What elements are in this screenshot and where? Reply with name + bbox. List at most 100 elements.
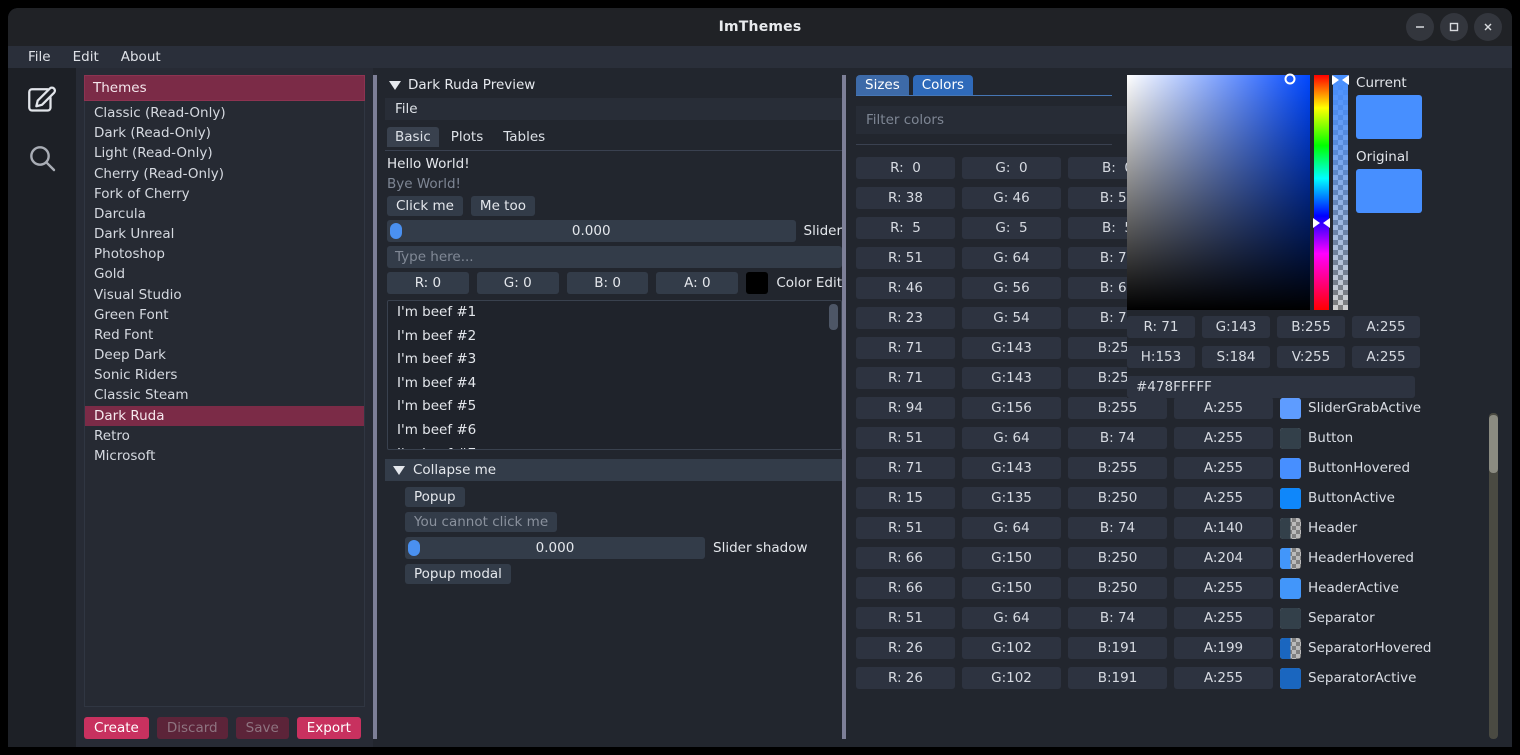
color-cell-r[interactable]: R: 66 [856,547,955,569]
filter-colors-input[interactable]: Filter colors [856,106,1126,134]
preview-color-g[interactable]: G: 0 [476,272,559,294]
preview-header[interactable]: Dark Ruda Preview [385,75,842,95]
color-cell-a[interactable]: A:199 [1174,637,1273,659]
picker-s[interactable]: S:184 [1202,346,1270,368]
menu-item-file[interactable]: File [26,48,53,66]
color-cell-r[interactable]: R: 66 [856,577,955,599]
theme-list-item[interactable]: Darcula [85,204,364,224]
preview-text-input[interactable]: Type here... [387,246,842,268]
color-cell-a[interactable]: A:255 [1174,577,1273,599]
picker-v[interactable]: V:255 [1277,346,1345,368]
color-cell-g[interactable]: G: 5 [962,217,1061,239]
color-cell-r[interactable]: R: 26 [856,637,955,659]
menu-item-about[interactable]: About [119,48,163,66]
preview-list-item[interactable]: I'm beef #3 [388,348,841,372]
color-cell-r[interactable]: R: 51 [856,517,955,539]
preview-collapse-header[interactable]: Collapse me [385,459,842,481]
color-cell-b[interactable]: B:250 [1068,487,1167,509]
preview-me-too-button[interactable]: Me too [470,196,535,216]
color-cell-a[interactable]: A:204 [1174,547,1273,569]
preview-listbox[interactable]: I'm beef #1 I'm beef #2 I'm beef #3 I'm bee… [387,300,842,450]
color-swatch[interactable] [1280,667,1301,689]
preview-popup-modal-button[interactable]: Popup modal [405,564,511,584]
color-swatch[interactable] [1280,547,1301,569]
theme-list-item[interactable]: Photoshop [85,244,364,264]
color-cell-a[interactable]: A:255 [1174,427,1273,449]
theme-list-item[interactable]: Classic Steam [85,385,364,405]
original-color-swatch[interactable] [1356,169,1423,213]
color-cell-a[interactable]: A:255 [1174,487,1273,509]
picker-hex-input[interactable]: #478FFFFF [1127,376,1415,398]
theme-list-item[interactable]: Dark Ruda [85,405,364,426]
color-cell-g[interactable]: G:150 [962,547,1061,569]
preview-list-item[interactable]: I'm beef #5 [388,395,841,419]
theme-list-item[interactable]: Cherry (Read-Only) [85,164,364,184]
color-cell-g[interactable]: G:102 [962,637,1061,659]
preview-tab-tables[interactable]: Tables [495,127,553,147]
color-cell-a[interactable]: A:255 [1174,457,1273,479]
color-cell-r[interactable]: R: 71 [856,457,955,479]
preview-color-r[interactable]: R: 0 [387,272,469,294]
color-cell-r[interactable]: R: 51 [856,607,955,629]
preview-listbox-scrollbar[interactable] [829,304,838,330]
theme-list-item[interactable]: Green Font [85,305,364,325]
color-swatch[interactable] [1280,427,1301,449]
color-cell-g[interactable]: G: 64 [962,607,1061,629]
saturation-value-square[interactable] [1127,73,1310,310]
color-cell-g[interactable]: G:150 [962,577,1061,599]
preview-color-swatch[interactable] [746,272,769,294]
preview-tab-plots[interactable]: Plots [443,127,491,147]
color-cell-g[interactable]: G:143 [962,337,1061,359]
theme-list-item[interactable]: Retro [85,426,364,446]
minimize-icon[interactable] [1406,13,1434,41]
create-button[interactable]: Create [84,717,149,739]
preview-list-item[interactable]: I'm beef #7 [388,443,841,449]
color-cell-a[interactable]: A:255 [1174,397,1273,419]
picker-b[interactable]: B:255 [1277,316,1345,338]
preview-color-a[interactable]: A: 0 [656,272,739,294]
colors-scrollbar-thumb[interactable] [1489,415,1498,473]
theme-list-item[interactable]: Microsoft [85,446,364,466]
save-button[interactable]: Save [235,717,289,739]
color-cell-g[interactable]: G:143 [962,367,1061,389]
color-cell-r[interactable]: R: 94 [856,397,955,419]
color-swatch[interactable] [1280,517,1301,539]
color-cell-g[interactable]: G: 54 [962,307,1061,329]
color-swatch[interactable] [1280,457,1301,479]
preview-list-item[interactable]: I'm beef #6 [388,419,841,443]
picker-r[interactable]: R: 71 [1127,316,1195,338]
color-cell-b[interactable]: B:250 [1068,547,1167,569]
color-cell-r[interactable]: R: 71 [856,367,955,389]
theme-list-item[interactable]: Fork of Cherry [85,184,364,204]
maximize-icon[interactable] [1440,13,1468,41]
theme-list-item[interactable]: Sonic Riders [85,365,364,385]
color-cell-b[interactable]: B:191 [1068,667,1167,689]
picker-a[interactable]: A:255 [1352,316,1420,338]
color-cell-g[interactable]: G: 46 [962,187,1061,209]
color-cell-g[interactable]: G: 64 [962,247,1061,269]
preview-color-b[interactable]: B: 0 [566,272,649,294]
color-cell-b[interactable]: B:191 [1068,637,1167,659]
theme-list-item[interactable]: Dark Unreal [85,224,364,244]
color-cell-g[interactable]: G: 64 [962,427,1061,449]
color-cell-r[interactable]: R: 38 [856,187,955,209]
sv-cursor[interactable] [1284,73,1296,85]
color-cell-a[interactable]: A:140 [1174,517,1273,539]
theme-list-item[interactable]: Classic (Read-Only) [85,103,364,123]
color-cell-r[interactable]: R: 51 [856,247,955,269]
color-cell-r[interactable]: R: 71 [856,337,955,359]
color-swatch[interactable] [1280,637,1301,659]
color-cell-g[interactable]: G:135 [962,487,1061,509]
color-cell-b[interactable]: B:255 [1068,457,1167,479]
color-swatch[interactable] [1280,607,1301,629]
tab-sizes[interactable]: Sizes [856,75,909,95]
color-swatch[interactable] [1280,487,1301,509]
colors-scrollbar[interactable] [1489,413,1498,739]
theme-list-item[interactable]: Deep Dark [85,345,364,365]
close-icon[interactable] [1474,13,1502,41]
color-cell-g[interactable]: G:102 [962,667,1061,689]
color-cell-r[interactable]: R: 0 [856,157,955,179]
picker-g[interactable]: G:143 [1202,316,1270,338]
preview-disabled-button[interactable]: You cannot click me [405,512,558,532]
preview-list-item[interactable]: I'm beef #4 [388,372,841,396]
